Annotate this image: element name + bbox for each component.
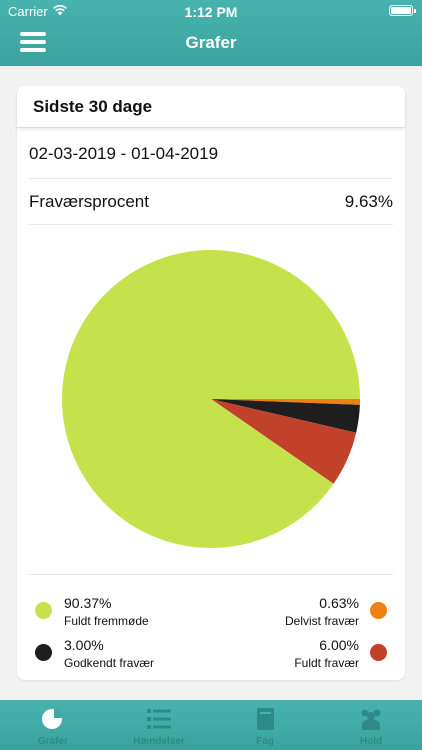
divider [29,574,393,575]
tab-fag[interactable]: Fag [212,700,318,750]
tab-bar: Grafer Hændelser Fag Hold [0,700,422,750]
divider [29,178,393,179]
list-icon [147,709,171,729]
pie-chart-icon [42,709,63,729]
battery-icon [389,5,416,16]
tab-haendelser[interactable]: Hændelser [106,700,212,750]
tab-grafer[interactable]: Grafer [0,700,106,750]
legend-item-fuldt-fravaer: 6.00% Fuldt fravær [294,637,359,670]
card-title: Sidste 30 dage [17,86,405,128]
pie-chart-svg [62,250,360,548]
tab-label: Hændelser [133,736,185,747]
date-range: 02-03-2019 - 01-04-2019 [29,144,219,163]
legend-label: Fuldt fremmøde [64,614,149,628]
legend-label: Delvist fravær [284,614,359,628]
legend-label: Godkendt fravær [64,656,155,670]
legend-dot-fuldt-fremmode [35,602,52,619]
pie-chart [62,250,360,548]
page-title: Grafer [185,33,237,52]
status-time: 1:12 PM [184,4,238,20]
book-icon [257,708,274,730]
status-bar: Carrier 1:12 PM [0,0,422,22]
pie-slice-fuldt-fremm-de [62,250,360,548]
tab-label: Grafer [37,736,68,747]
legend-dot-delvist-fravaer [370,602,387,619]
legend-value: 0.63% [319,595,359,611]
legend-item-fuldt-fremmode: 90.37% Fuldt fremmøde [64,595,149,628]
tab-label: Hold [359,736,383,747]
absence-label: Fraværsprocent [29,192,149,211]
legend-value: 3.00% [64,637,104,653]
legend-value: 6.00% [319,637,359,653]
legend-dot-godkendt-fravaer [35,644,52,661]
legend-dot-fuldt-fravaer [370,644,387,661]
absence-value: 9.63% [344,192,393,211]
tab-label: Fag [256,736,274,747]
divider [29,224,393,225]
chart-legend: 90.37% Fuldt fremmøde 0.63% Delvist frav… [17,586,405,676]
stats-card: Sidste 30 dage 02-03-2019 - 01-04-2019 F… [17,86,405,680]
app-header: Carrier 1:12 PM Grafer [0,0,422,66]
group-icon [361,709,381,730]
legend-item-delvist-fravaer: 0.63% Delvist fravær [285,595,359,628]
tab-hold[interactable]: Hold [318,700,422,750]
legend-label: Fuldt fravær [294,656,359,670]
legend-value: 90.37% [64,595,112,611]
legend-item-godkendt-fravaer: 3.00% Godkendt fravær [64,637,154,670]
